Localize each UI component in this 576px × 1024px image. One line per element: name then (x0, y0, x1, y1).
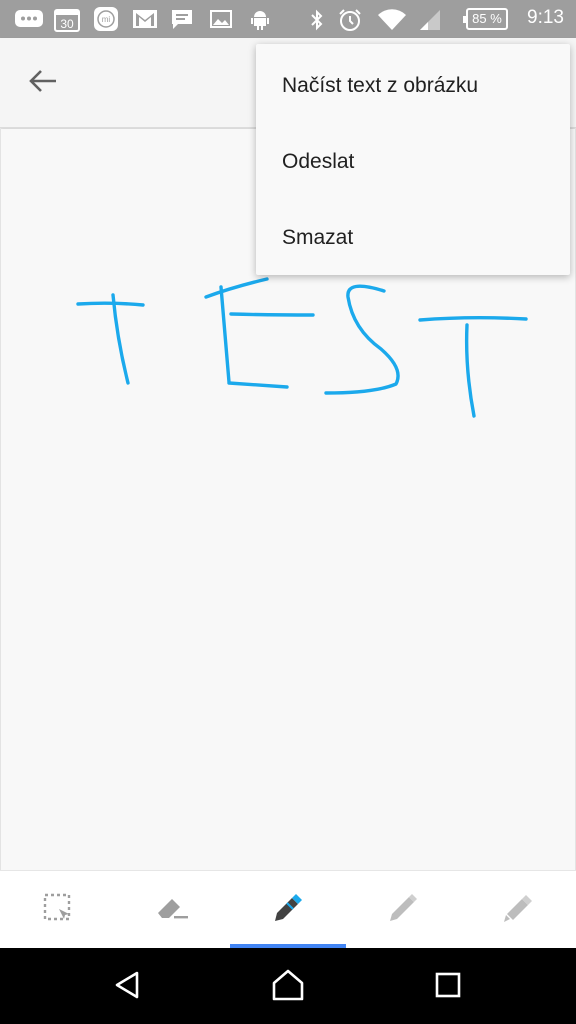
back-triangle-icon (113, 970, 143, 1004)
nav-back-button[interactable] (98, 962, 158, 1012)
overflow-menu: Načíst text z obrázku Odeslat Smazat (256, 44, 570, 275)
eraser-icon (155, 892, 191, 928)
chat-icon (170, 8, 194, 32)
stroke-letter-e (204, 277, 315, 389)
cell-signal-icon (418, 8, 444, 32)
nav-home-button[interactable] (258, 962, 318, 1012)
pen-tool[interactable] (230, 871, 346, 949)
tool-bar (0, 870, 576, 949)
pencil-tool[interactable] (346, 871, 461, 949)
svg-text:mi: mi (102, 15, 111, 24)
menu-item-delete[interactable]: Smazat (256, 200, 570, 276)
battery-icon: 85 % (463, 8, 508, 30)
stroke-letter-s (324, 284, 400, 395)
highlighter-icon (501, 891, 535, 929)
lasso-select-icon (42, 892, 74, 928)
wifi-icon (376, 8, 408, 32)
menu-item-read-text[interactable]: Načíst text z obrázku (256, 48, 570, 124)
battery-percent: 85 % (472, 11, 502, 26)
mi-app-icon: mi (93, 6, 119, 32)
pen-icon (271, 891, 305, 929)
gallery-icon (209, 8, 233, 30)
home-circle-icon (271, 968, 305, 1006)
android-icon (248, 8, 272, 32)
arrow-back-icon (28, 68, 58, 98)
alarm-icon (337, 8, 363, 32)
lasso-select-tool[interactable] (0, 871, 115, 949)
stroke-letter-t-2 (418, 316, 528, 418)
pencil-icon (386, 891, 420, 929)
menu-item-send[interactable]: Odeslat (256, 124, 570, 200)
status-bar: 30 mi 85 % 9:13 (0, 0, 576, 38)
nav-recents-button[interactable] (418, 962, 478, 1012)
system-nav-bar (0, 948, 576, 1024)
calendar-day-text: 30 (60, 17, 74, 31)
eraser-tool[interactable] (115, 871, 230, 949)
gmail-icon (132, 8, 158, 30)
status-time: 9:13 (527, 7, 564, 28)
stroke-letter-t-1 (76, 293, 145, 385)
highlighter-tool[interactable] (461, 871, 576, 949)
calendar-icon: 30 (54, 8, 80, 32)
bluetooth-icon (308, 8, 326, 32)
message-bubble-icon (14, 8, 44, 30)
back-button[interactable] (20, 60, 66, 106)
recents-square-icon (434, 971, 462, 1003)
